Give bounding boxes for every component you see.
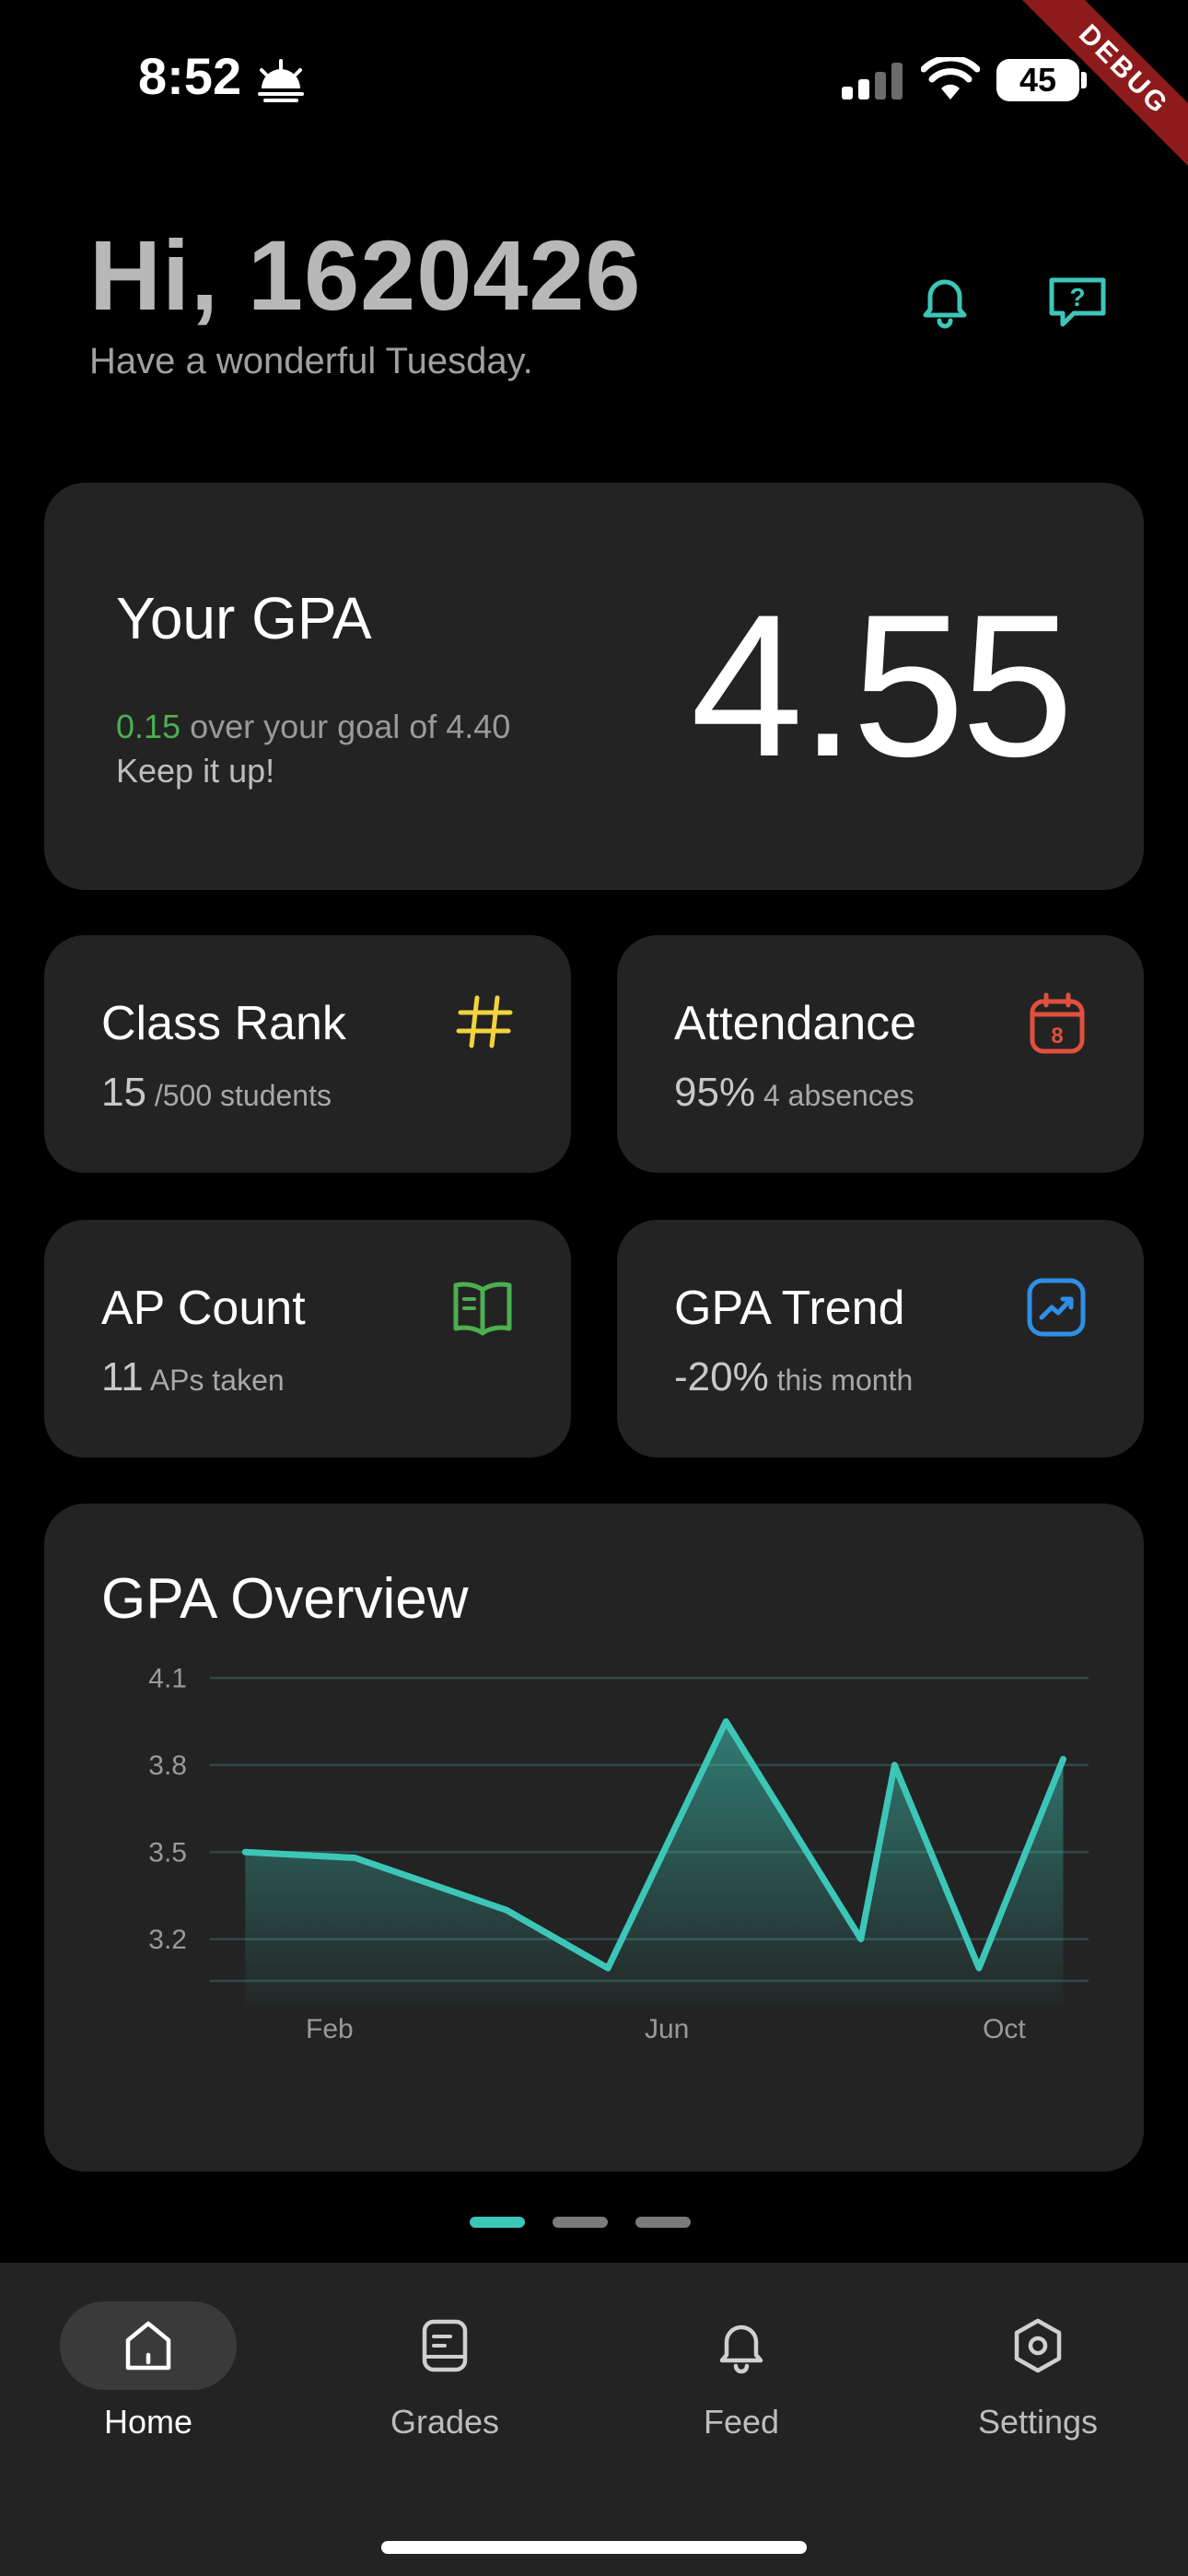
debug-banner: DEBUG [1013,0,1188,175]
calendar-icon: 8 [1030,992,1085,1054]
gpa-encouragement: Keep it up! [116,752,275,790]
page-dot[interactable] [470,2217,525,2228]
ap-count-label: APs taken [143,1364,285,1397]
nav-home[interactable]: Home [0,2263,297,2447]
nav-feed[interactable]: Feed [593,2263,890,2447]
gpa-trend-card[interactable]: GPA Trend -20% this month [617,1220,1144,1458]
greeting-title: Hi, 1620426 [89,219,642,331]
nav-grades[interactable]: Grades [297,2263,593,2447]
help-chat-icon[interactable]: ? [1042,267,1112,334]
x-tick-label: Oct [983,2014,1026,2044]
x-tick-label: Feb [306,2014,354,2044]
y-tick-label: 3.8 [148,1751,187,1781]
gpa-trend-period: this month [768,1364,914,1397]
gpa-trend-value: -20% [674,1354,769,1399]
debug-label: DEBUG [1013,0,1188,175]
nav-home-label: Home [103,2403,193,2441]
wifi-icon [921,57,980,100]
class-rank-title: Class Rank [101,997,346,1050]
gpa-trend-title: GPA Trend [674,1282,905,1335]
nav-feed-label: Feed [703,2403,780,2441]
sunrise-icon [258,59,304,102]
document-icon [422,2319,468,2372]
nav-settings-label: Settings [977,2403,1099,2441]
ap-count-title: AP Count [101,1282,306,1335]
attendance-detail: 95% 4 absences [674,1070,914,1116]
y-tick-label: 3.5 [148,1837,187,1868]
calendar-day: 8 [1051,1024,1063,1048]
bottom-navigation: Home Grades Feed Settings [0,2263,1188,2576]
gpa-overview-chart: 4.1 3.8 3.5 3.2 Feb Jun Oct [148,1663,1089,2044]
class-rank-value: 15 [101,1070,146,1115]
page-dot[interactable] [635,2217,691,2228]
status-time: 8:52 [138,47,242,105]
open-book-icon [453,1282,512,1336]
settings-icon [1014,2318,1062,2373]
ap-count-card[interactable]: AP Count 11 APs taken [44,1220,571,1458]
gpa-goal-delta: 0.15 [116,708,181,745]
page-dot[interactable] [553,2217,608,2228]
signal-icon [842,63,903,100]
class-rank-total: /500 students [146,1079,332,1112]
ap-count-value: 11 [101,1354,144,1399]
gpa-card[interactable]: Your GPA 0.15 over your goal of 4.40 Kee… [44,483,1144,890]
class-rank-card[interactable]: Class Rank 15 /500 students [44,935,571,1173]
attendance-title: Attendance [674,997,917,1050]
attendance-absences: 4 absences [755,1079,914,1112]
notifications-bell-icon[interactable] [912,267,978,334]
ap-count-detail: 11 APs taken [101,1354,285,1400]
gpa-goal-text: 0.15 over your goal of 4.40 [116,708,510,746]
home-indicator[interactable] [381,2541,807,2554]
gpa-goal-description: over your goal of 4.40 [181,708,511,745]
x-tick-label: Jun [645,2014,689,2044]
trending-chart-icon [1027,1278,1086,1337]
bell-icon [719,2324,763,2374]
attendance-value: 95% [674,1070,756,1115]
attendance-card[interactable]: Attendance 95% 4 absences 8 [617,935,1144,1173]
svg-text:?: ? [1069,283,1085,311]
home-icon [125,2321,171,2371]
hashtag-icon [456,995,513,1048]
y-tick-label: 3.2 [148,1925,187,1955]
nav-settings[interactable]: Settings [890,2263,1186,2447]
y-tick-label: 4.1 [148,1663,187,1693]
nav-grades-label: Grades [390,2403,500,2441]
gpa-overview-card: GPA Overview 4.1 3.8 3.5 3.2 Feb Jun Oct [44,1504,1144,2172]
greeting-subtitle: Have a wonderful Tuesday. [89,341,533,381]
class-rank-detail: 15 /500 students [101,1070,332,1116]
gpa-trend-detail: -20% this month [674,1354,913,1400]
gpa-card-title: Your GPA [116,585,372,651]
gpa-value: 4.55 [690,572,1074,799]
